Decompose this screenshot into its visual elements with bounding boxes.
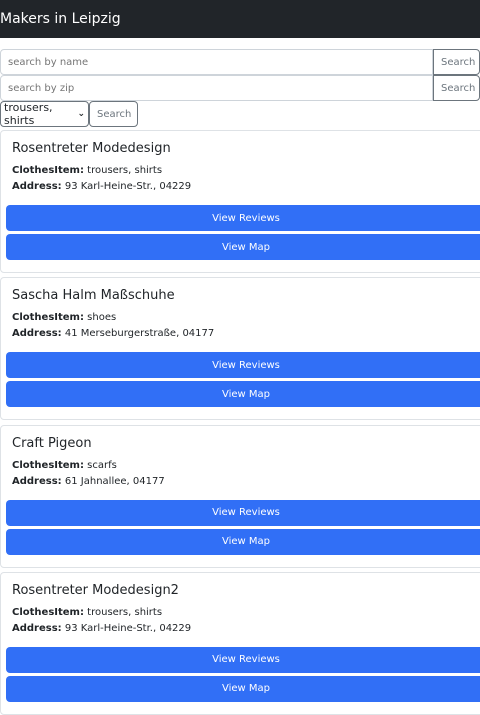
maker-address: Address: 93 Karl-Heine-Str., 04229	[12, 622, 192, 634]
search-name-input[interactable]	[0, 49, 433, 75]
view-reviews-button[interactable]: View Reviews	[6, 646, 480, 673]
maker-name: Craft Pigeon	[12, 435, 92, 451]
search-zip-input[interactable]	[0, 75, 433, 101]
view-map-button[interactable]: View Map	[6, 234, 480, 260]
maker-card: Rosentreter Modedesign ClothesItem: trou…	[0, 130, 480, 273]
view-map-button[interactable]: View Map	[6, 675, 480, 702]
view-reviews-button[interactable]: View Reviews	[6, 499, 480, 526]
search-zip-button[interactable]: Search	[433, 75, 480, 101]
maker-address: Address: 41 Merseburgerstraße, 04177	[12, 328, 215, 340]
maker-item: ClothesItem: shoes	[12, 312, 117, 324]
maker-address: Address: 61 Jahnallee, 04177	[12, 475, 165, 487]
maker-address: Address: 93 Karl-Heine-Str., 04229	[12, 181, 192, 192]
maker-name: Rosentreter Modedesign2	[12, 582, 179, 598]
navbar: Makers in Leipzig	[0, 0, 480, 38]
view-map-button[interactable]: View Map	[6, 528, 480, 555]
view-map-button[interactable]: View Map	[6, 381, 480, 408]
maker-card: Rosentreter Modedesign2 ClothesItem: tro…	[0, 571, 480, 715]
search-item-button[interactable]: Search	[89, 101, 138, 127]
chevron-down-icon: ⌄	[77, 109, 85, 119]
view-reviews-button[interactable]: View Reviews	[6, 205, 480, 231]
view-reviews-button[interactable]: View Reviews	[6, 352, 480, 379]
clothes-item-select[interactable]: trousers, shirts ⌄	[0, 101, 89, 127]
maker-item: ClothesItem: scarfs	[12, 459, 117, 471]
maker-card: Craft Pigeon ClothesItem: scarfs Address…	[0, 424, 480, 568]
maker-name: Rosentreter Modedesign	[12, 141, 171, 156]
maker-name: Sascha Halm Maßschuhe	[12, 288, 175, 304]
app-title[interactable]: Makers in Leipzig	[0, 11, 121, 27]
maker-item: ClothesItem: trousers, shirts	[12, 165, 163, 176]
maker-item: ClothesItem: trousers, shirts	[12, 606, 163, 618]
maker-card: Sascha Halm Maßschuhe ClothesItem: shoes…	[0, 277, 480, 421]
search-name-button[interactable]: Search	[433, 49, 480, 75]
